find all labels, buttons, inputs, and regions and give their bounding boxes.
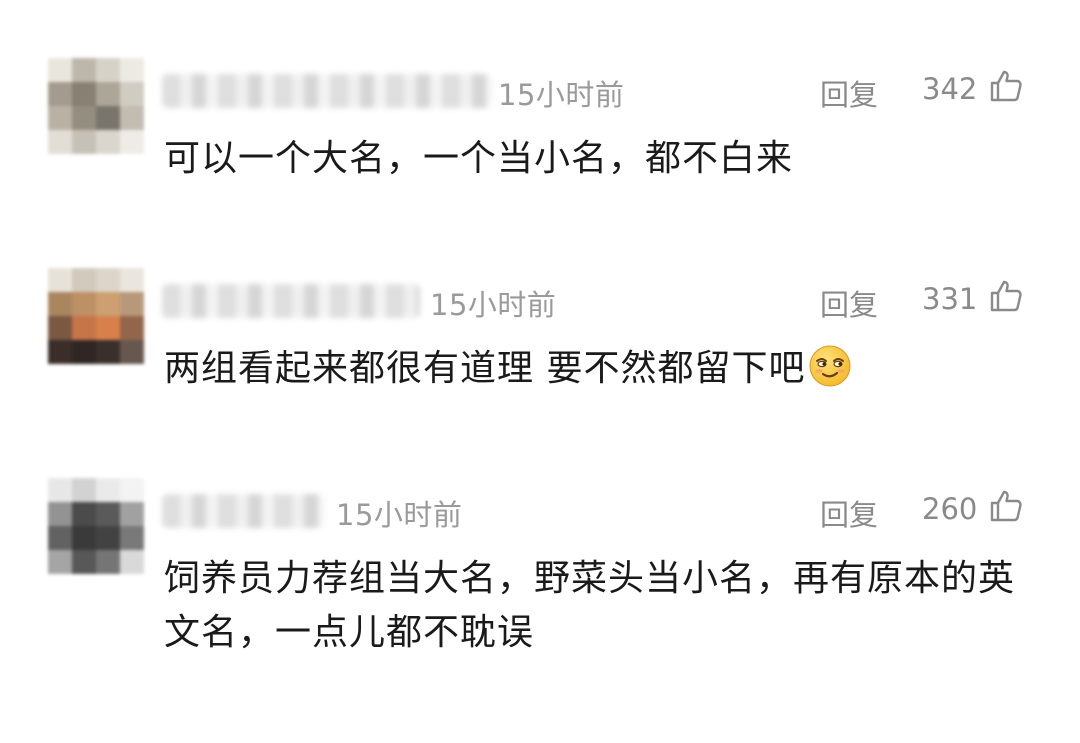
username-redacted[interactable] <box>162 284 420 318</box>
thumbs-up-icon[interactable] <box>988 488 1024 524</box>
reply-button[interactable]: 回复 <box>820 492 878 534</box>
like-count: 260 <box>922 492 978 526</box>
avatar[interactable] <box>48 268 144 364</box>
comment-time: 15小时前 <box>498 78 625 112</box>
reply-button[interactable]: 回复 <box>820 72 878 114</box>
comment-text: 可以一个大名，一个当小名，都不白来 <box>164 132 1044 186</box>
thumbs-up-icon[interactable] <box>988 68 1024 104</box>
like-count: 342 <box>922 72 978 106</box>
comment-time: 15小时前 <box>430 288 557 322</box>
comment-text: 两组看起来都很有道理 要不然都留下吧 <box>164 342 1044 396</box>
comment-item: 15小时前 回复 331 两组看起来都很有道理 要不然都留下吧 <box>0 268 1080 408</box>
reply-button[interactable]: 回复 <box>820 282 878 324</box>
username-redacted[interactable] <box>162 494 324 528</box>
username-redacted[interactable] <box>162 74 492 108</box>
like-count: 331 <box>922 282 978 316</box>
comment-item: 15小时前 回复 342 可以一个大名，一个当小名，都不白来 <box>0 58 1080 198</box>
thumbs-up-icon[interactable] <box>988 278 1024 314</box>
comment-text-content: 可以一个大名，一个当小名，都不白来 <box>164 138 794 179</box>
avatar[interactable] <box>48 58 144 154</box>
comment-text: 饲养员力荐组当大名，野菜头当小名，再有原本的英文名，一点儿都不耽误 <box>164 552 1044 660</box>
comment-item: 15小时前 回复 260 饲养员力荐组当大名，野菜头当小名，再有原本的英文名，一… <box>0 478 1080 678</box>
smirk-emoji-icon <box>809 345 851 387</box>
comment-text-content: 两组看起来都很有道理 要不然都留下吧 <box>164 348 806 389</box>
comment-text-content: 饲养员力荐组当大名，野菜头当小名，再有原本的英文名，一点儿都不耽误 <box>164 558 1016 653</box>
avatar[interactable] <box>48 478 144 574</box>
comment-time: 15小时前 <box>336 498 463 532</box>
